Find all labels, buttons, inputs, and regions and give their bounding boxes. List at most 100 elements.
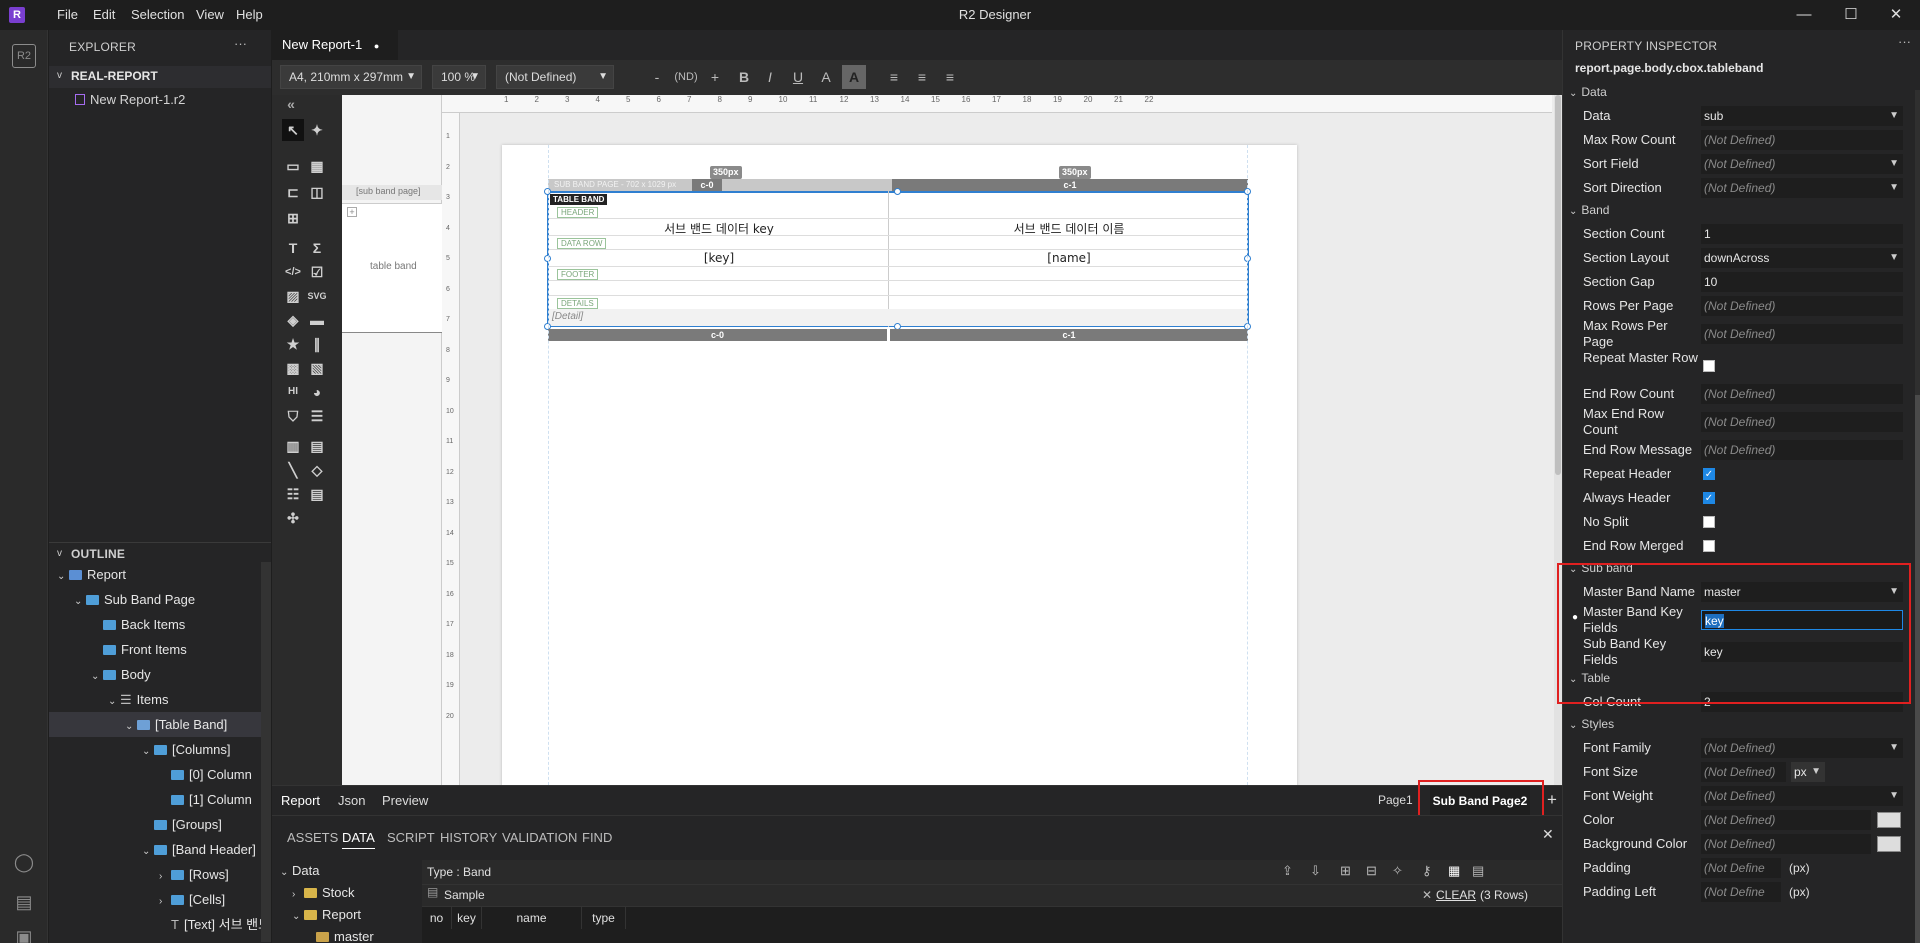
outline-scrollbar[interactable] bbox=[261, 562, 271, 942]
data-tree-item[interactable]: › Stock bbox=[292, 882, 355, 904]
section-styles[interactable]: ⌄ Styles bbox=[1569, 717, 1614, 731]
property-value[interactable]: (Not Defined) bbox=[1701, 834, 1871, 854]
upload-icon[interactable]: ⇪ bbox=[1282, 863, 1293, 879]
section-band[interactable]: ⌄ Band bbox=[1569, 203, 1609, 217]
unit-select[interactable]: px ▼ bbox=[1791, 762, 1825, 782]
inspector-scrollbar[interactable] bbox=[1915, 90, 1920, 943]
outline-item[interactable]: › [Cells] bbox=[49, 887, 271, 912]
column-header-top[interactable]: c-1 bbox=[892, 179, 1248, 191]
outline-item[interactable]: ⌄ [Table Band] bbox=[49, 712, 271, 737]
align-left-icon[interactable]: ≡ bbox=[882, 65, 906, 89]
outline-item[interactable]: ⌄ Sub Band Page bbox=[49, 587, 271, 612]
tab-new-report[interactable]: New Report-1 ● bbox=[272, 30, 398, 60]
chevron-down-icon[interactable]: ⌄ bbox=[142, 839, 154, 864]
insert-col-icon[interactable]: ⊟ bbox=[1366, 863, 1377, 879]
grid-column-header[interactable]: no bbox=[422, 907, 452, 929]
color-swatch[interactable] bbox=[1877, 812, 1901, 828]
property-value[interactable]: downAcross ▼ bbox=[1701, 248, 1903, 268]
outline-item[interactable]: Front Items bbox=[49, 637, 271, 662]
property-value[interactable]: 10 bbox=[1701, 272, 1903, 292]
tab-validation[interactable]: VALIDATION bbox=[502, 830, 577, 845]
font-select[interactable]: (Not Defined) ▼ bbox=[496, 65, 614, 89]
outline-item[interactable]: ⌄ [Band Header] bbox=[49, 837, 271, 862]
data-tree-item[interactable]: ⌄ Data bbox=[280, 860, 319, 882]
line-icon[interactable]: ╲ bbox=[282, 459, 304, 481]
pointer-icon[interactable]: ↖ bbox=[282, 119, 304, 141]
checkbox[interactable]: ✓ bbox=[1703, 492, 1715, 504]
property-value[interactable]: (Not Defined) ▼ bbox=[1701, 178, 1903, 198]
property-value[interactable]: (Not Define bbox=[1701, 882, 1781, 902]
italic-icon[interactable]: I bbox=[758, 65, 782, 89]
barcode-icon[interactable]: ∥ bbox=[306, 333, 328, 355]
list-box-icon[interactable]: ▤ bbox=[306, 483, 328, 505]
column-header-top[interactable]: c-0 bbox=[692, 179, 722, 191]
group-band-icon[interactable]: ⊏ bbox=[282, 181, 304, 203]
html5-icon[interactable]: ⛉ bbox=[282, 405, 304, 427]
more-icon[interactable]: ··· bbox=[234, 36, 247, 51]
font-size-increase-button[interactable]: + bbox=[703, 65, 727, 89]
clear-x-icon[interactable]: ✕ bbox=[1422, 888, 1432, 902]
r2-explorer-icon[interactable]: R2 bbox=[12, 44, 36, 68]
outline-item[interactable]: [Groups] bbox=[49, 812, 271, 837]
outline-item[interactable]: [0] Column bbox=[49, 762, 271, 787]
clear-button[interactable]: CLEAR bbox=[1436, 888, 1476, 902]
property-value[interactable]: (Not Defined) bbox=[1701, 762, 1786, 782]
tab-find[interactable]: FIND bbox=[582, 830, 612, 845]
checkbox[interactable] bbox=[1703, 360, 1715, 372]
star-icon[interactable]: ★ bbox=[282, 333, 304, 355]
shape-icon[interactable]: ◈ bbox=[282, 309, 304, 331]
property-value[interactable]: (Not Defined) bbox=[1701, 412, 1903, 432]
chevron-down-icon[interactable]: v bbox=[57, 548, 69, 559]
project-row[interactable]: v REAL-REPORT bbox=[49, 66, 271, 88]
pattern-icon[interactable]: ▧ bbox=[306, 357, 328, 379]
image-icon[interactable]: ▨ bbox=[282, 285, 304, 307]
tab-report[interactable]: Report bbox=[281, 793, 320, 808]
checkbox[interactable] bbox=[1703, 540, 1715, 552]
chevron-right-icon[interactable]: › bbox=[159, 864, 171, 889]
band-icon[interactable]: ▭ bbox=[282, 155, 304, 177]
grid-view-icon[interactable]: ▦ bbox=[1448, 863, 1460, 879]
checkbox[interactable] bbox=[1703, 516, 1715, 528]
insert-row-icon[interactable]: ⊞ bbox=[1340, 863, 1351, 879]
property-value[interactable]: (Not Defined) ▼ bbox=[1701, 154, 1903, 174]
account-icon[interactable]: ◯ bbox=[12, 850, 36, 874]
file-item[interactable]: New Report-1.r2 bbox=[75, 90, 185, 110]
vertical-layout-icon[interactable]: ▥ bbox=[282, 435, 304, 457]
chevron-down-icon[interactable]: ⌄ bbox=[125, 714, 137, 739]
checkbox[interactable]: ✓ bbox=[1703, 468, 1715, 480]
bold-icon[interactable]: B bbox=[732, 65, 756, 89]
tree-view-icon[interactable]: ⚷ bbox=[1422, 863, 1432, 879]
summary-icon[interactable]: Σ bbox=[306, 237, 328, 259]
columns-icon[interactable]: ◫ bbox=[306, 181, 328, 203]
collapse-icon[interactable]: « bbox=[280, 93, 302, 115]
chevron-down-icon[interactable]: ⌄ bbox=[74, 589, 86, 614]
outline-item[interactable]: ⌄ Report bbox=[49, 562, 271, 587]
download-icon[interactable]: ⇩ bbox=[1310, 863, 1321, 879]
tab-history[interactable]: HISTORY bbox=[440, 830, 497, 845]
outline-item[interactable]: ⌄ ☰ Items bbox=[49, 687, 271, 712]
magic-data-icon[interactable]: ✧ bbox=[1392, 863, 1403, 879]
scroll-thumb[interactable] bbox=[1915, 395, 1920, 943]
outline-item[interactable]: Back Items bbox=[49, 612, 271, 637]
chevron-down-icon[interactable]: ⌄ bbox=[108, 689, 120, 714]
outline-item[interactable]: [1] Column bbox=[49, 787, 271, 812]
property-value[interactable]: (Not Defined) bbox=[1701, 384, 1903, 404]
property-value[interactable]: (Not Defined) bbox=[1701, 810, 1871, 830]
horizontal-layout-icon[interactable]: ▤ bbox=[306, 435, 328, 457]
chart-icon[interactable]: ◕ bbox=[306, 381, 328, 403]
container-icon[interactable]: ▬ bbox=[306, 309, 328, 331]
tab-assets[interactable]: ASSETS bbox=[287, 830, 338, 845]
grid-move-icon[interactable]: ✣ bbox=[282, 507, 304, 529]
column-header-bottom[interactable]: c-0 bbox=[548, 329, 887, 341]
data-cell[interactable]: [name] bbox=[892, 251, 1246, 265]
chevron-right-icon[interactable]: › bbox=[159, 889, 171, 914]
page-size-select[interactable]: A4, 210mm x 297mm ▼ bbox=[280, 65, 422, 89]
outline-item[interactable]: ⌄ [Columns] bbox=[49, 737, 271, 762]
tab-page1[interactable]: Page1 bbox=[1378, 793, 1413, 807]
magic-icon[interactable]: ✦ bbox=[306, 119, 328, 141]
json-view-icon[interactable]: ▤ bbox=[1472, 863, 1484, 879]
section-data[interactable]: ⌄ Data bbox=[1569, 85, 1607, 99]
property-value[interactable]: (Not Defined) bbox=[1701, 440, 1903, 460]
detail-placeholder[interactable]: [Detail] bbox=[552, 311, 583, 322]
grid-column-header[interactable]: type bbox=[582, 907, 626, 929]
